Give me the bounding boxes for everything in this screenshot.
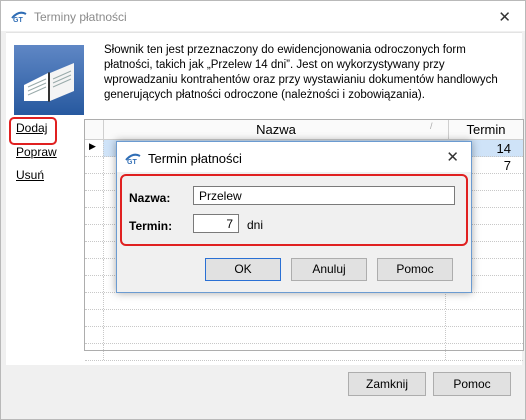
close-button[interactable]: Zamknij [348,372,426,396]
dictionary-description: Słownik ten jest przeznaczony do ewidenc… [104,44,498,101]
row-selector[interactable] [85,225,104,241]
grid-header: Nazwa / Termin [85,120,523,140]
row-selector[interactable] [85,310,104,326]
term-label: Termin: [129,219,173,233]
table-row[interactable] [85,293,523,310]
name-cell [105,328,446,343]
row-selector[interactable] [85,344,104,360]
term-input[interactable]: 7 [193,214,239,233]
term-cell: 7 [503,158,511,173]
app-logo-icon: GT [11,11,27,22]
row-selector-header [85,120,104,139]
row-selector[interactable] [85,276,104,292]
name-cell [105,345,446,360]
close-icon[interactable]: ✕ [498,8,511,26]
title-bar: GT Terminy płatności ✕ [1,1,525,31]
name-input[interactable]: Przelew [193,186,455,205]
row-selector[interactable] [85,191,104,207]
table-row[interactable] [85,344,523,361]
row-selector[interactable] [85,293,104,309]
book-icon [14,45,84,115]
row-selector[interactable] [85,327,104,343]
help-button[interactable]: Pomoc [433,372,511,396]
table-row[interactable] [85,327,523,344]
dialog-body: Nazwa: Przelew Termin: 7 dni OK Anuluj P… [117,172,471,292]
row-selector[interactable] [85,157,104,173]
dialog-title: Termin płatności [148,151,242,166]
svg-text:GT: GT [127,159,137,164]
delete-link[interactable]: Usuń [16,168,44,182]
dialog-title-bar: GT Termin płatności ✕ [117,142,471,172]
dialog-close-icon[interactable]: ✕ [446,148,459,166]
sort-indicator-icon: / [430,121,433,131]
column-header-name[interactable]: Nazwa [104,120,449,139]
row-selector[interactable] [85,259,104,275]
window-title: Terminy płatności [34,10,127,24]
row-selector[interactable] [85,242,104,258]
ok-button[interactable]: OK [205,258,281,281]
add-link[interactable]: Dodaj [16,121,47,135]
name-cell [105,294,446,309]
name-label: Nazwa: [129,191,171,205]
term-cell: 14 [496,141,511,156]
row-selector[interactable] [85,208,104,224]
dialog-help-button[interactable]: Pomoc [377,258,453,281]
column-header-term[interactable]: Termin [449,120,523,139]
app-logo-icon: GT [125,153,141,164]
current-row-arrow-icon[interactable] [85,140,104,156]
fields-highlight [120,174,468,246]
svg-text:GT: GT [13,17,23,22]
column-name-label: Nazwa [256,122,296,137]
term-unit-label: dni [247,218,264,232]
payment-term-dialog: GT Termin płatności ✕ Nazwa: Przelew Ter… [116,141,472,293]
name-cell [105,311,446,326]
table-row[interactable] [85,310,523,327]
row-selector[interactable] [85,174,104,190]
edit-link[interactable]: Popraw [16,145,57,159]
cancel-button[interactable]: Anuluj [291,258,367,281]
